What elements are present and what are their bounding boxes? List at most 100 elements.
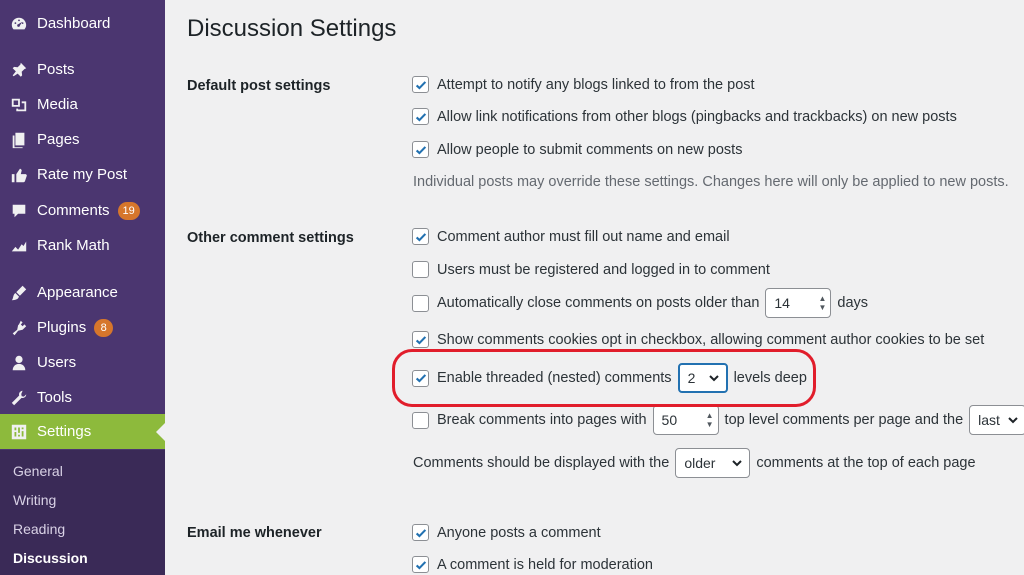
sidebar-item-rank-math[interactable]: Rank Math: [0, 228, 165, 263]
sidebar-item-label: Rate my Post: [37, 166, 128, 183]
sidebar-item-label: Rank Math: [37, 237, 110, 254]
paged-comments-checkbox[interactable]: [412, 411, 429, 429]
sidebar-item-label: Users: [37, 354, 77, 371]
other-comment-settings-label: Other comment settings: [187, 230, 354, 246]
cookies-option: Show comments cookies opt in checkbox, a…: [412, 331, 984, 348]
sidebar-item-settings[interactable]: Settings: [0, 414, 165, 449]
comment-icon: [10, 202, 28, 220]
author-fill-checkbox[interactable]: [412, 228, 429, 245]
comments-per-page-input[interactable]: 50 ▲ ▼: [652, 405, 719, 435]
rank-math-icon: [10, 237, 28, 255]
option-label: top level comments per page and the: [724, 412, 964, 428]
main-content: Discussion Settings Default post setting…: [165, 0, 1024, 575]
close-days-input[interactable]: 14 ▲ ▼: [765, 288, 832, 318]
email-moderation-option: A comment is held for moderation: [412, 556, 653, 573]
page-title: Discussion Settings: [187, 15, 397, 42]
settings-submenu: General Writing Reading Discussion: [0, 450, 165, 575]
submenu-item-writing[interactable]: Writing: [13, 492, 56, 508]
threaded-comments-checkbox[interactable]: [412, 369, 429, 387]
sidebar-item-comments[interactable]: Comments 19: [0, 193, 165, 228]
sidebar-item-pages[interactable]: Pages: [0, 122, 165, 157]
sidebar-item-media[interactable]: Media: [0, 87, 165, 122]
option-label: Enable threaded (nested) comments: [437, 370, 672, 386]
checkmark-icon: [415, 374, 426, 383]
auto-close-checkbox[interactable]: [412, 294, 429, 312]
checkmark-icon: [415, 80, 426, 90]
option-label: Show comments cookies opt in checkbox, a…: [437, 331, 985, 348]
sidebar-item-plugins[interactable]: Plugins 8: [0, 310, 165, 345]
submenu-item-general[interactable]: General: [13, 463, 63, 479]
select-value: last: [978, 412, 1000, 428]
sidebar-item-rate-my-post[interactable]: Rate my Post: [0, 157, 165, 192]
paged-comments-option: Break comments into pages with 50 ▲ ▼ top…: [412, 405, 1024, 435]
email-me-whenever-label: Email me whenever: [187, 525, 322, 541]
checkmark-icon: [415, 112, 426, 122]
spinner-icon[interactable]: ▲ ▼: [706, 411, 714, 429]
option-label: A comment is held for moderation: [437, 556, 653, 573]
email-moderation-checkbox[interactable]: [412, 556, 429, 573]
select-value: older: [684, 455, 716, 471]
option-label: Automatically close comments on posts ol…: [437, 295, 760, 311]
cookies-checkbox[interactable]: [412, 331, 429, 348]
sidebar-item-appearance[interactable]: Appearance: [0, 275, 165, 310]
user-icon: [10, 354, 28, 372]
email-anyone-posts-checkbox[interactable]: [412, 524, 429, 541]
chevron-down-icon: [708, 375, 719, 382]
link-notifications-option: Allow link notifications from other blog…: [412, 108, 957, 125]
option-label: Comments should be displayed with the: [413, 455, 670, 471]
option-label: comments at the top of each page: [756, 455, 976, 471]
sidebar-item-label: Appearance: [37, 284, 118, 301]
checkmark-icon: [415, 528, 426, 538]
thumbs-up-icon: [10, 166, 28, 184]
sidebar-item-label: Posts: [37, 61, 75, 78]
admin-sidebar: Dashboard Posts Media Pages Rate my Post…: [0, 0, 165, 575]
option-label: Allow people to submit comments on new p…: [437, 141, 743, 158]
settings-icon: [10, 423, 28, 441]
allow-comments-checkbox[interactable]: [412, 141, 429, 158]
checkmark-icon: [415, 145, 426, 155]
comments-count-badge: 19: [117, 201, 140, 220]
thread-depth-select[interactable]: 2: [677, 363, 728, 393]
sidebar-item-label: Dashboard: [37, 15, 111, 32]
author-fill-option: Comment author must fill out name and em…: [412, 228, 730, 245]
option-label: Break comments into pages with: [437, 412, 647, 428]
checkmark-icon: [415, 335, 426, 345]
email-anyone-posts-option: Anyone posts a comment: [412, 524, 601, 541]
input-value: 14: [774, 295, 790, 311]
option-label: Allow link notifications from other blog…: [437, 108, 957, 125]
sidebar-item-posts[interactable]: Posts: [0, 52, 165, 87]
chevron-down-icon: [1008, 417, 1018, 424]
default-page-select[interactable]: last: [969, 405, 1024, 435]
option-label: levels deep: [733, 370, 807, 386]
spinner-icon[interactable]: ▲ ▼: [818, 294, 826, 312]
plug-icon: [10, 319, 28, 337]
option-label: days: [837, 295, 869, 311]
default-post-settings-label: Default post settings: [187, 78, 331, 94]
auto-close-option: Automatically close comments on posts ol…: [412, 288, 868, 318]
option-label: Comment author must fill out name and em…: [437, 228, 730, 245]
link-notifications-checkbox[interactable]: [412, 108, 429, 125]
registered-users-option: Users must be registered and logged in t…: [412, 261, 770, 278]
wrench-icon: [10, 389, 28, 407]
sidebar-item-users[interactable]: Users: [0, 345, 165, 380]
notify-blogs-option: Attempt to notify any blogs linked to fr…: [412, 76, 755, 93]
media-icon: [10, 96, 28, 114]
pages-icon: [10, 131, 28, 149]
default-post-note: Individual posts may override these sett…: [413, 174, 1009, 190]
submenu-item-discussion[interactable]: Discussion: [13, 550, 88, 566]
comment-order-option: Comments should be displayed with the ol…: [413, 448, 976, 478]
input-value: 50: [661, 412, 678, 428]
sidebar-item-label: Pages: [37, 131, 80, 148]
checkmark-icon: [415, 232, 426, 242]
submenu-item-reading[interactable]: Reading: [13, 521, 65, 537]
pin-icon: [10, 61, 28, 79]
plugins-count-badge: 8: [94, 318, 114, 337]
sidebar-item-dashboard[interactable]: Dashboard: [0, 6, 165, 41]
comment-order-select[interactable]: older: [675, 448, 751, 478]
sidebar-item-label: Plugins: [37, 319, 87, 336]
sidebar-item-label: Comments: [37, 202, 110, 219]
notify-blogs-checkbox[interactable]: [412, 76, 429, 93]
registered-users-checkbox[interactable]: [412, 261, 429, 278]
option-label: Users must be registered and logged in t…: [437, 261, 770, 278]
sidebar-item-tools[interactable]: Tools: [0, 380, 165, 415]
